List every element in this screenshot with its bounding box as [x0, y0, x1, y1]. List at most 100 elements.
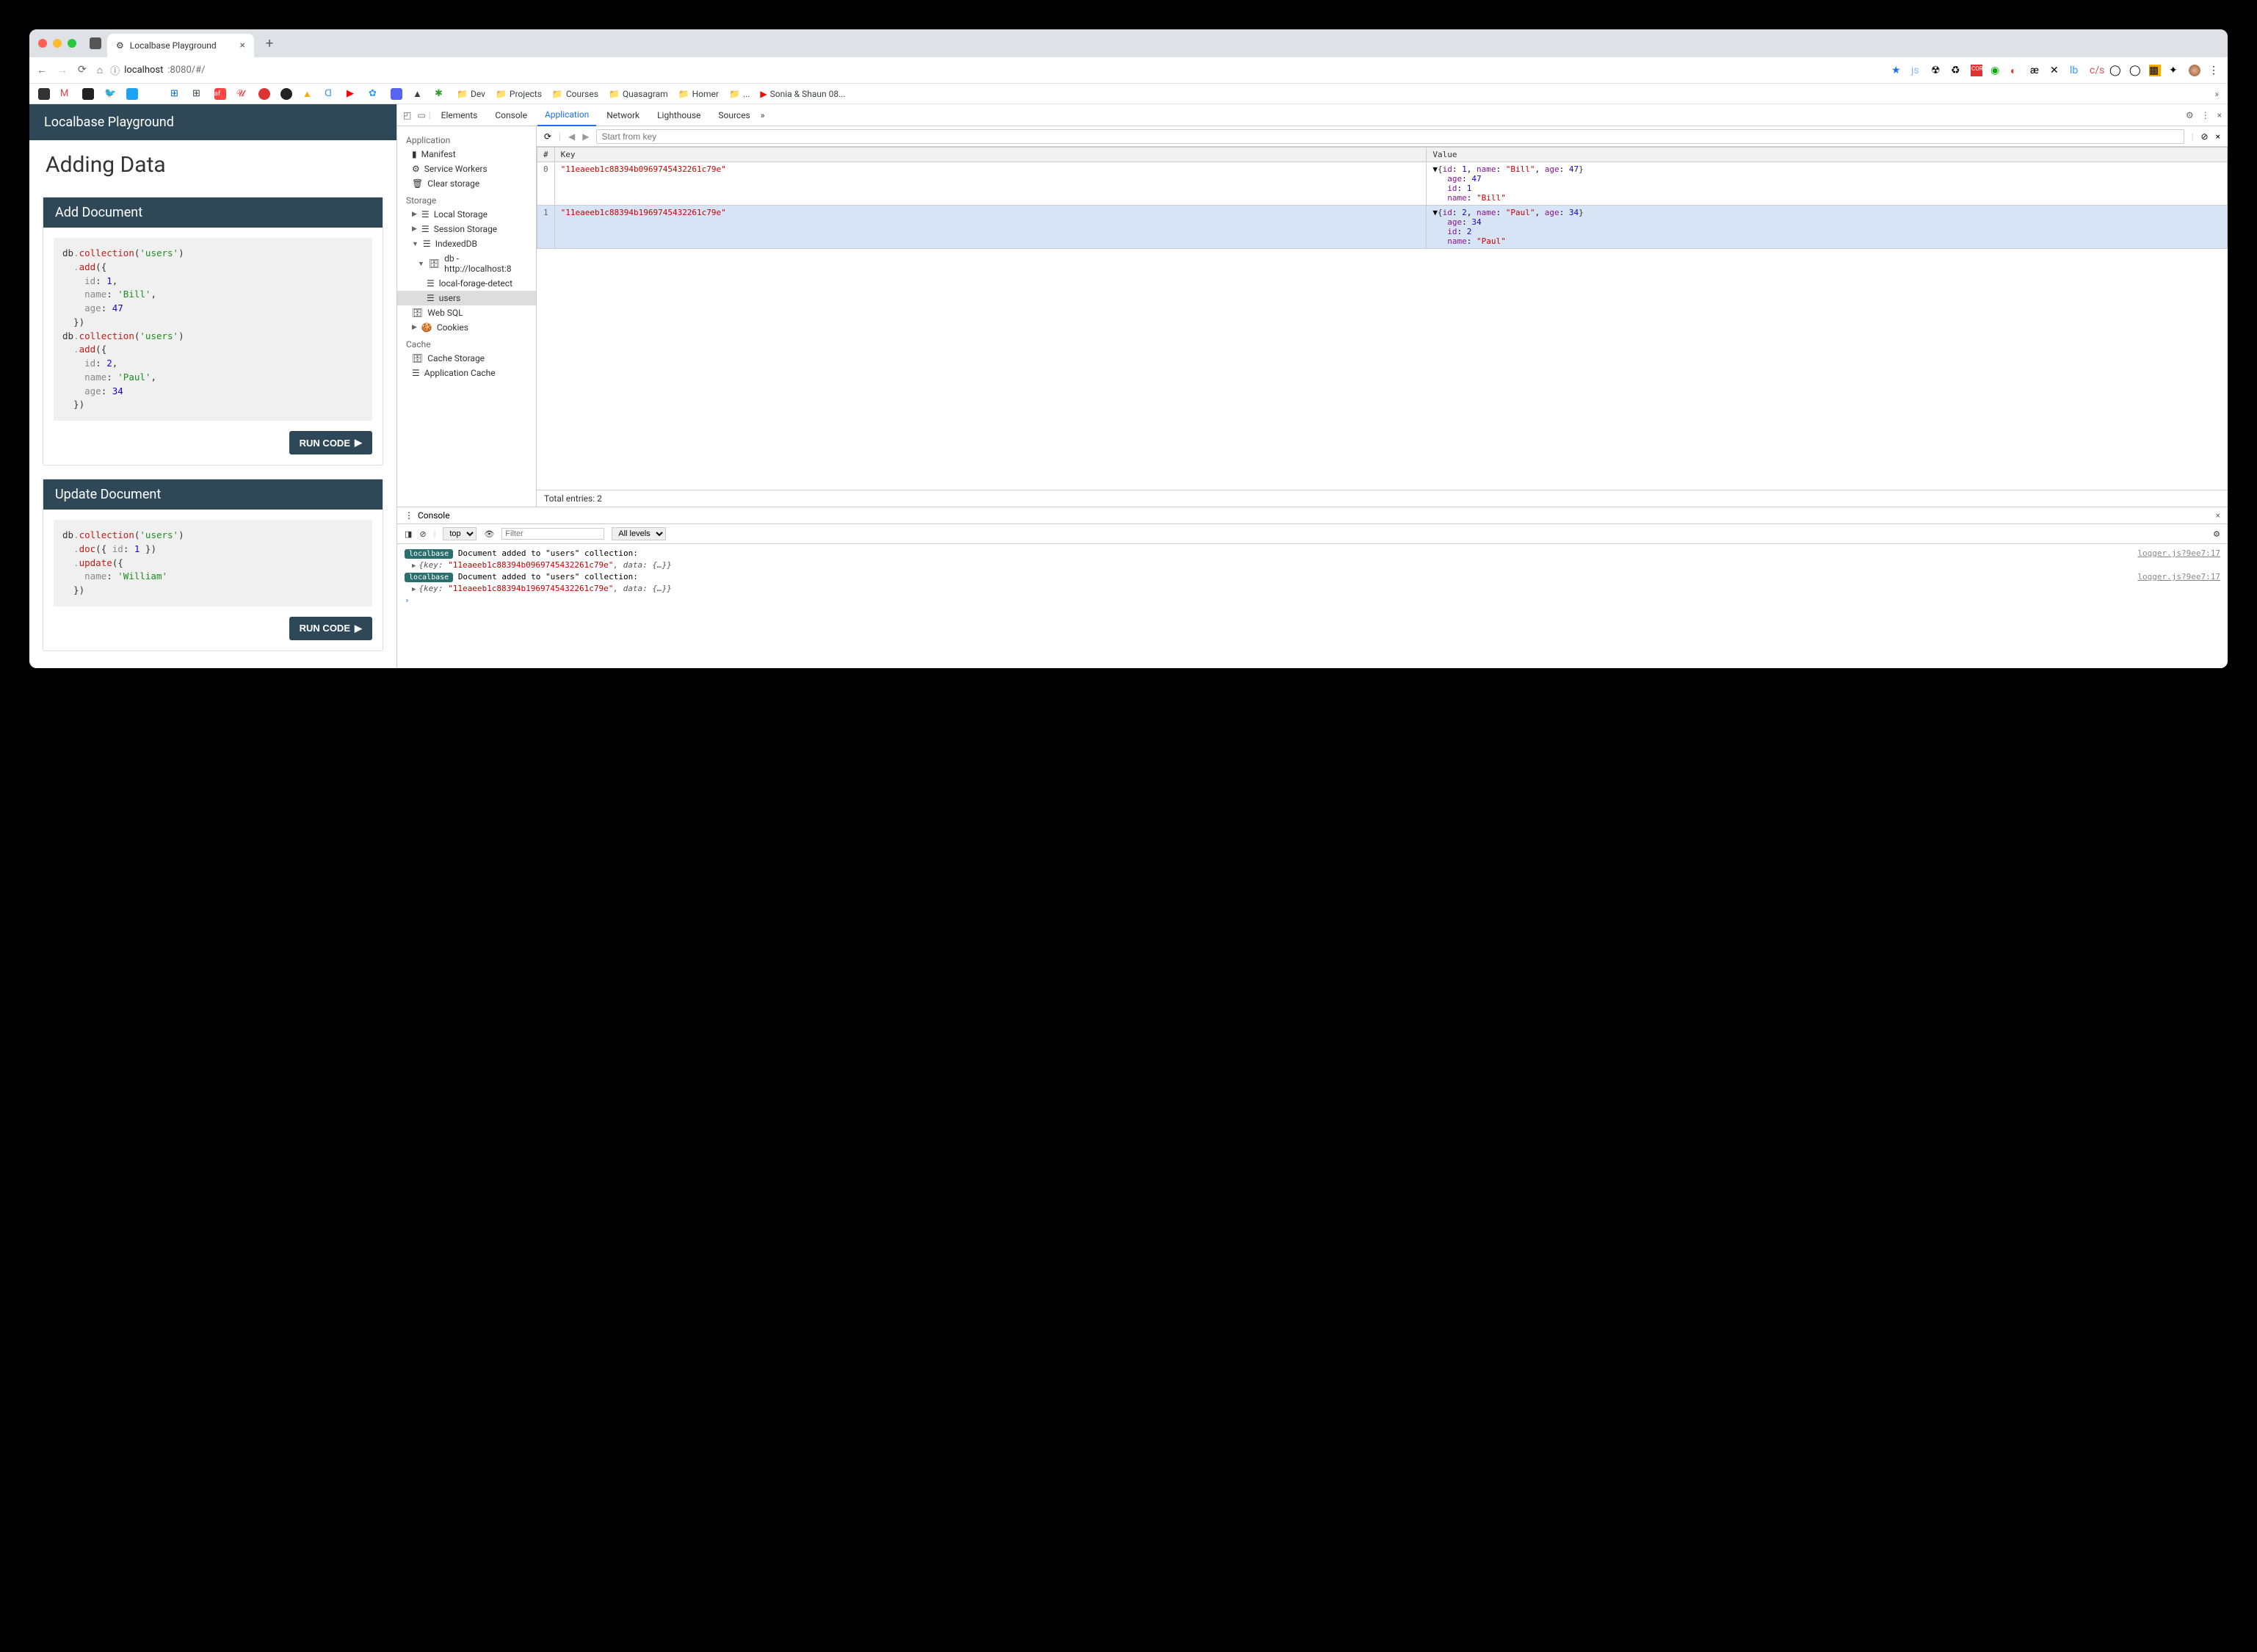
delete-icon[interactable]: × [2216, 131, 2220, 142]
prev-page-icon[interactable]: ◀ [568, 131, 575, 142]
inspect-icon[interactable]: ◰ [403, 110, 411, 120]
sidebar-item-session-storage[interactable]: ▶ ☰ Session Storage [397, 222, 536, 236]
sidebar-item-store[interactable]: ☰ local-forage-detect [397, 276, 536, 291]
youtube-icon[interactable]: ▶ [347, 88, 358, 100]
settings-icon[interactable]: ⚙ [2186, 110, 2194, 120]
ext-icon[interactable]: lb [2070, 65, 2082, 76]
forward-icon[interactable]: → [57, 64, 68, 76]
bookmarks-overflow-icon[interactable]: » [2214, 89, 2219, 99]
bookmark-folder[interactable]: 📁 Projects [496, 89, 542, 99]
console-settings-icon[interactable]: ⚙ [2213, 529, 2220, 539]
col-header[interactable]: Key [554, 148, 1427, 162]
log-expand[interactable]: ▶{key: "11eaeeb1c88394b1969745432261c79e… [397, 583, 2228, 594]
log-source[interactable]: logger.js?9ee7:17 [2137, 572, 2220, 582]
bookmark-icon[interactable]: ᗡ [325, 88, 336, 100]
filter-input[interactable] [501, 528, 604, 540]
clear-console-icon[interactable]: ⊘ [419, 529, 426, 539]
tab-console[interactable]: Console [488, 105, 535, 126]
col-header[interactable]: Value [1427, 148, 2228, 162]
tab-lighthouse[interactable]: Lighthouse [650, 105, 708, 126]
sidebar-item-indexeddb[interactable]: ▼ ☰ IndexedDB [397, 236, 536, 251]
sidebar-item-websql[interactable]: 🗄 Web SQL [397, 305, 536, 320]
ext-icon[interactable]: ◯ [2129, 65, 2141, 76]
ext-icon[interactable]: CORS [1971, 65, 1982, 76]
bookmark-folder[interactable]: 📁 Homer [678, 89, 719, 99]
url-field[interactable]: ⓘ localhost:8080/#/ [110, 63, 205, 77]
console-sidebar-icon[interactable]: ◨ [405, 529, 412, 539]
levels-select[interactable]: All levels [612, 527, 666, 540]
bookmark-folder[interactable]: 📁 Dev [457, 89, 485, 99]
drive-icon[interactable]: ▲ [413, 88, 424, 100]
ext-icon[interactable]: ◉ [1990, 65, 2002, 76]
sidebar-item-service-workers[interactable]: ⚙ Service Workers [397, 162, 536, 176]
next-page-icon[interactable]: ▶ [582, 131, 589, 142]
run-code-button[interactable]: RUN CODE ▶ [289, 431, 372, 454]
sidebar-item-cookies[interactable]: ▶ 🍪 Cookies [397, 320, 536, 335]
extensions-icon[interactable]: ✦ [2169, 65, 2181, 76]
sidebar-item-clear-storage[interactable]: 🗑 Clear storage [397, 176, 536, 191]
log-expand[interactable]: ▶{key: "11eaeeb1c88394b0969745432261c79e… [397, 559, 2228, 570]
udemy-icon[interactable]: 𝓤 [236, 88, 248, 100]
console-close-icon[interactable]: × [2216, 510, 2220, 521]
tabs-overflow-icon[interactable]: » [761, 110, 765, 120]
ext-icon[interactable]: c/s [2090, 65, 2101, 76]
bookmark-icon[interactable]: af [214, 88, 226, 100]
firebase-icon[interactable]: ▲ [302, 88, 314, 100]
console-prompt[interactable]: › [397, 594, 2228, 606]
bookmark-icon[interactable] [126, 88, 138, 100]
refresh-icon[interactable]: ⟳ [544, 131, 551, 142]
microsoft-icon[interactable]: ⊞ [192, 88, 204, 100]
clear-icon[interactable]: ⊘ [2201, 131, 2209, 142]
twitter-icon[interactable]: 🐦 [104, 88, 116, 100]
close-devtools-icon[interactable]: × [2217, 110, 2222, 120]
bookmark-folder[interactable]: 📁 ... [729, 89, 750, 99]
bookmark-icon[interactable]: ⊞ [170, 88, 182, 100]
start-key-input[interactable] [596, 129, 2184, 144]
ext-icon[interactable]: ◐ [2010, 65, 2022, 76]
table-row[interactable]: 0 "11eaeeb1c88394b0969745432261c79e" ▼{i… [537, 162, 2228, 206]
tab-application[interactable]: Application [537, 104, 596, 126]
menu-icon[interactable]: ⋮ [2209, 65, 2220, 76]
ext-icon[interactable]: ✕ [2050, 65, 2062, 76]
bookmark-item[interactable]: ▶ Sonia & Shaun 08... [760, 89, 845, 99]
apple-icon[interactable] [148, 88, 160, 100]
table-row[interactable]: 1 "11eaeeb1c88394b1969745432261c79e" ▼{i… [537, 206, 2228, 249]
gmail-icon[interactable]: M [60, 88, 72, 100]
console-menu-icon[interactable]: ⋮ [405, 510, 413, 521]
discord-icon[interactable] [391, 88, 402, 100]
bookmark-icon[interactable] [258, 88, 270, 100]
log-source[interactable]: logger.js?9ee7:17 [2137, 548, 2220, 558]
home-icon[interactable]: ⌂ [97, 64, 103, 76]
bookmark-icon[interactable]: ✿ [369, 88, 380, 100]
sidebar-item-cache-storage[interactable]: 🗄 Cache Storage [397, 351, 536, 366]
ext-icon[interactable]: js [1911, 65, 1923, 76]
tab-elements[interactable]: Elements [434, 105, 485, 126]
sidebar-item-db[interactable]: ▼ 🗄 db - http://localhost:8 [397, 251, 536, 276]
ext-icon[interactable]: ☢ [1931, 65, 1943, 76]
tab-network[interactable]: Network [599, 105, 647, 126]
ext-icon[interactable]: ▦ [2149, 65, 2161, 76]
device-icon[interactable]: ▭ [417, 110, 425, 120]
run-code-button[interactable]: RUN CODE ▶ [289, 617, 372, 640]
sidebar-item-users[interactable]: ☰ users [397, 291, 536, 305]
bookmark-icon[interactable] [82, 88, 94, 100]
tab-sources[interactable]: Sources [711, 105, 757, 126]
bookmark-icon[interactable]: ✱ [435, 88, 446, 100]
close-window-icon[interactable] [38, 39, 47, 48]
new-tab-button[interactable]: + [266, 36, 273, 51]
ext-icon[interactable]: ♻ [1951, 65, 1963, 76]
bookmark-folder[interactable]: 📁 Quasagram [609, 89, 668, 99]
kebab-icon[interactable]: ⋮ [2201, 110, 2210, 120]
browser-tab[interactable]: ⚙ Localbase Playground × [107, 34, 254, 57]
sidebar-item-manifest[interactable]: ▮ Manifest [397, 147, 536, 162]
bookmark-folder[interactable]: 📁 Courses [552, 89, 598, 99]
maximize-window-icon[interactable] [68, 39, 76, 48]
ext-icon[interactable]: æ [2030, 65, 2042, 76]
tab-close-icon[interactable]: × [240, 40, 245, 51]
site-info-icon[interactable]: ⓘ [110, 63, 120, 77]
ext-icon[interactable]: ◯ [2109, 65, 2121, 76]
sidebar-item-local-storage[interactable]: ▶ ☰ Local Storage [397, 207, 536, 222]
live-expression-icon[interactable]: 👁 [484, 529, 494, 539]
reload-icon[interactable]: ⟳ [78, 64, 87, 76]
col-header[interactable]: # [537, 148, 555, 162]
